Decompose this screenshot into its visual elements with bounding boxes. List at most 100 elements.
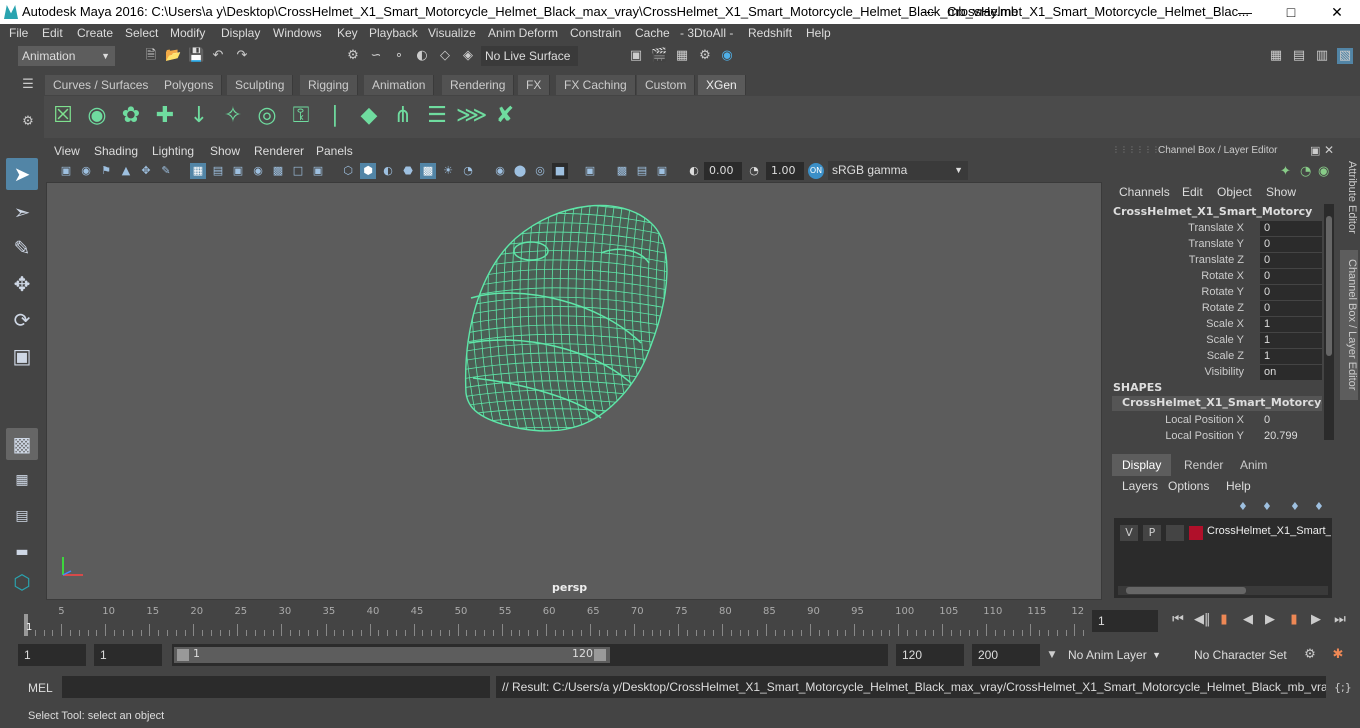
xgen-lock-guides-icon[interactable]: ⚿ — [286, 100, 316, 132]
menu-3dtoall[interactable]: - 3DtoAll - — [680, 26, 733, 40]
xgen-interactive-groom-icon[interactable]: ☰ — [422, 100, 452, 132]
layer-color-swatch[interactable] — [1189, 526, 1203, 540]
menu-redshift[interactable]: Redshift — [748, 26, 792, 40]
colorspace-dropdown[interactable]: sRGB gamma ▼ — [828, 161, 968, 180]
exposure-icon[interactable]: ◐ — [686, 163, 702, 179]
new-layer-selected-icon[interactable]: ♦ — [1314, 500, 1324, 513]
scale-tool-icon[interactable]: ▣ — [6, 340, 38, 372]
step-forward-key-icon[interactable]: ▮ — [1286, 612, 1302, 628]
channel-row[interactable]: Local Position Y 20.799 — [1106, 429, 1322, 445]
menu-playback[interactable]: Playback — [369, 26, 418, 40]
menu-select[interactable]: Select — [125, 26, 158, 40]
xgen-paint-map-icon[interactable]: ◆ — [354, 100, 384, 132]
lasso-tool-icon[interactable]: ➣ — [6, 196, 38, 228]
xgen-cut-icon[interactable]: ✘ — [490, 100, 520, 132]
xgen-comb-icon[interactable]: ⋙ — [456, 100, 487, 132]
chevron-down-icon[interactable]: ▼ — [1044, 647, 1060, 663]
color-management-icon[interactable]: ON — [808, 163, 824, 179]
xgen-groom-icon[interactable]: ⋔ — [388, 100, 418, 132]
layer-menu-help[interactable]: Help — [1226, 479, 1251, 493]
gamma-field[interactable]: 1.00 — [766, 162, 804, 180]
render-settings-icon[interactable]: ⚙ — [697, 48, 713, 64]
new-layer-icon[interactable]: ♦ — [1290, 500, 1300, 513]
play-backwards-icon[interactable]: ◀ — [1240, 612, 1256, 628]
snap-view-icon[interactable]: ◐ — [414, 48, 430, 64]
command-input[interactable] — [62, 676, 490, 698]
snap-point-icon[interactable]: ∘ — [391, 48, 407, 64]
tab-fx-caching[interactable]: FX Caching — [556, 75, 636, 95]
channel-row[interactable]: Scale X1 — [1106, 317, 1322, 333]
play-forwards-icon[interactable]: ▶ — [1262, 612, 1278, 628]
close-panel-icon[interactable]: ✕ — [1324, 143, 1334, 157]
scrollbar-thumb[interactable] — [1326, 216, 1332, 356]
depth-of-field-icon[interactable]: ◎ — [532, 163, 548, 179]
menu-display[interactable]: Display — [221, 26, 260, 40]
paint-select-tool-icon[interactable]: ✎ — [6, 232, 38, 264]
layer-name[interactable]: CrossHelmet_X1_Smart_M — [1207, 525, 1331, 537]
step-back-key-icon[interactable]: ▮ — [1216, 612, 1232, 628]
menu-constrain[interactable]: Constrain — [570, 26, 621, 40]
film-gate-icon[interactable]: ▤ — [210, 163, 226, 179]
layer-row[interactable]: V P CrossHelmet_X1_Smart_M — [1116, 524, 1332, 542]
xgen-guide-visibility-icon[interactable]: ◎ — [252, 100, 282, 132]
wireframe-on-shaded-icon[interactable]: ◐ — [380, 163, 396, 179]
menu-anim-deform[interactable]: Anim Deform — [488, 26, 558, 40]
xgen-add-guide-icon[interactable]: ✚ — [150, 100, 180, 132]
layer-playback-toggle[interactable]: P — [1143, 525, 1161, 541]
channel-row[interactable]: Translate Y0 — [1106, 237, 1322, 253]
layer-list-h-scrollbar[interactable] — [1118, 586, 1328, 595]
preferences-icon[interactable]: ✱ — [1330, 647, 1346, 663]
xgen-preview-icon[interactable]: ◉ — [82, 100, 112, 132]
menu-edit[interactable]: Edit — [42, 26, 63, 40]
mode-dropdown[interactable]: Animation ▼ — [18, 46, 115, 66]
render-view-icon[interactable]: ▣ — [628, 48, 644, 64]
manipulator-icon[interactable]: ✦ — [1280, 164, 1291, 179]
close-button[interactable]: ✕ — [1314, 0, 1360, 24]
step-back-icon[interactable]: ◀‖ — [1194, 612, 1211, 628]
maximize-button[interactable]: □ — [1268, 0, 1314, 24]
xgen-create-description-icon[interactable]: ✿ — [116, 100, 146, 132]
camera-icon[interactable]: ▣ — [58, 163, 74, 179]
workspace-icon[interactable]: ▦ — [1268, 48, 1284, 64]
cb-menu-object[interactable]: Object — [1217, 185, 1252, 199]
tab-anim[interactable]: Anim — [1230, 454, 1277, 476]
menu-file[interactable]: File — [9, 26, 28, 40]
vp-menu-renderer[interactable]: Renderer — [254, 144, 304, 158]
live-surface-field[interactable]: No Live Surface — [481, 46, 578, 66]
camera-attributes-icon[interactable]: ◉ — [78, 163, 94, 179]
toggle-channel-box-icon[interactable]: ▧ — [1337, 48, 1353, 64]
toggle-attribute-editor-icon[interactable]: ▤ — [1291, 48, 1307, 64]
anim-layer-dropdown[interactable]: No Anim Layer ▼ — [1064, 644, 1166, 666]
channel-row[interactable]: Local Position X0 — [1106, 413, 1322, 429]
move-tool-icon[interactable]: ✥ — [6, 268, 38, 300]
perspective-viewport[interactable]: persp — [46, 182, 1102, 600]
xgen-sculpt-guides-icon[interactable]: ✧ — [218, 100, 248, 132]
use-lights-icon[interactable]: ▩ — [420, 163, 436, 179]
cb-menu-show[interactable]: Show — [1266, 185, 1296, 199]
menu-help[interactable]: Help — [806, 26, 831, 40]
vp-menu-lighting[interactable]: Lighting — [152, 144, 194, 158]
xgen-editor-icon[interactable]: ☒ — [48, 100, 78, 132]
xray-components-icon[interactable]: ▤ — [634, 163, 650, 179]
tab-sculpting[interactable]: Sculpting — [227, 75, 294, 95]
minimize-button[interactable]: — — [1222, 0, 1268, 24]
current-frame-field[interactable]: 1 — [1092, 610, 1158, 632]
auto-key-icon[interactable]: ⚙ — [1302, 647, 1318, 663]
move-layer-up-icon[interactable]: ♦ — [1238, 500, 1248, 513]
channel-row[interactable]: Rotate Y0 — [1106, 285, 1322, 301]
channel-row[interactable]: Translate Z0 — [1106, 253, 1322, 269]
safe-title-icon[interactable]: ▣ — [310, 163, 326, 179]
exposure-field[interactable]: 0.00 — [704, 162, 742, 180]
menu-visualize[interactable]: Visualize — [428, 26, 476, 40]
animation-start-field[interactable]: 1 — [18, 644, 86, 666]
smooth-shade-icon[interactable]: ⬢ — [360, 163, 376, 179]
hud-icon[interactable]: ▣ — [654, 163, 670, 179]
gamma-icon[interactable]: ◔ — [746, 163, 762, 179]
snap-surface-icon[interactable]: ◇ — [437, 48, 453, 64]
new-scene-icon[interactable]: 🗎 — [143, 48, 159, 64]
maya-home-icon[interactable]: ⬡ — [6, 566, 38, 598]
layer-menu-layers[interactable]: Layers — [1122, 479, 1158, 493]
tab-curves-surfaces[interactable]: Curves / Surfaces — [45, 75, 158, 95]
menu-key[interactable]: Key — [337, 26, 358, 40]
time-slider[interactable]: 5 10 15 20 25 30 35 40 45 50 55 60 65 70 75 80 85 90 95 100… — [0, 604, 1360, 640]
